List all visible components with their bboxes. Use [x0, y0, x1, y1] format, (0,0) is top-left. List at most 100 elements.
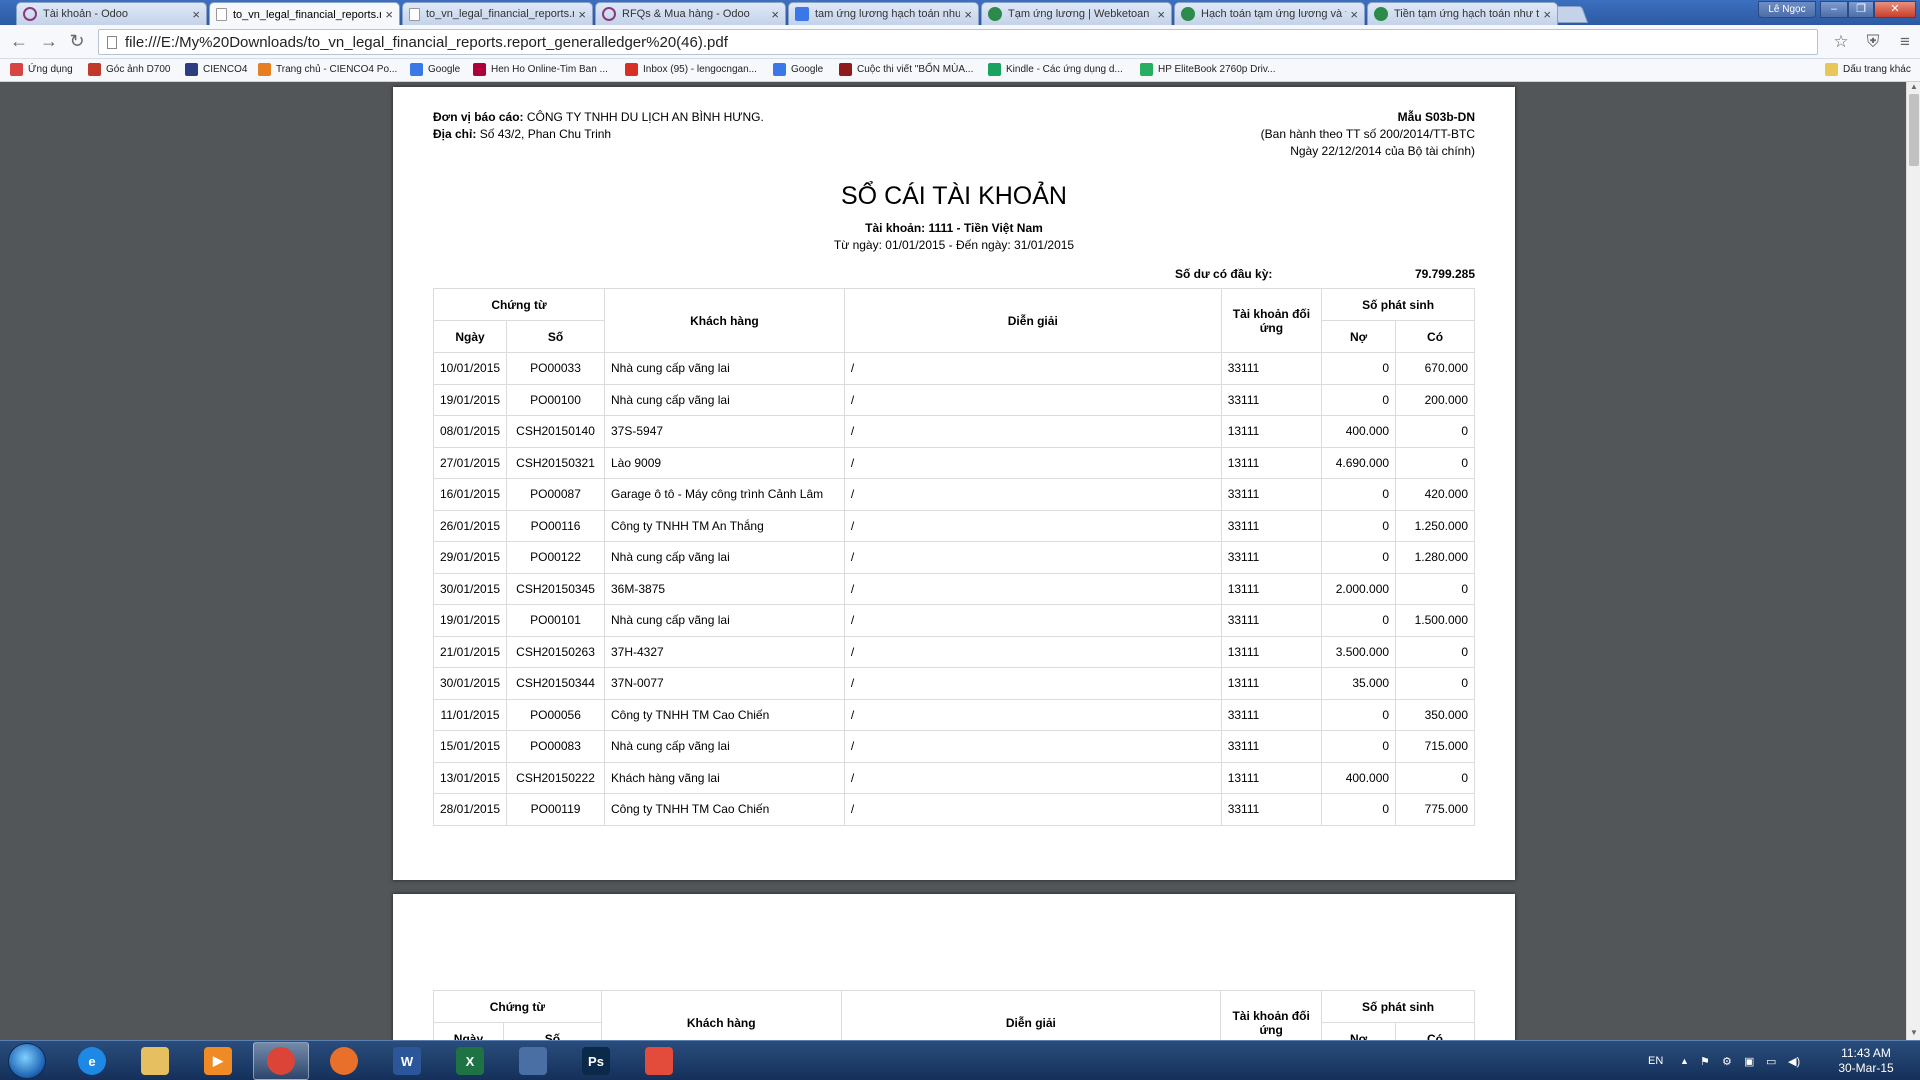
browser-tab[interactable]: Tạm ứng lương | Webketoan - ×: [981, 2, 1172, 25]
scroll-up-icon[interactable]: ▲: [1907, 82, 1920, 94]
cell-no: PO00087: [506, 478, 605, 511]
cell-debit: 0: [1321, 384, 1397, 416]
bookmark-star-icon[interactable]: ☆: [1830, 31, 1852, 53]
bookmark-item[interactable]: Inbox (95) - lengocngan...: [625, 63, 757, 76]
taskbar-app-app-window[interactable]: [505, 1042, 561, 1080]
taskbar-app-apps-grid[interactable]: [631, 1042, 687, 1080]
header-voucher: Chứng từ: [433, 288, 605, 321]
ie-icon: e: [78, 1047, 106, 1075]
browser-tab[interactable]: Hạch toán tạm ứng lương và tr ×: [1174, 2, 1365, 25]
back-icon[interactable]: ←: [8, 31, 30, 53]
forward-icon[interactable]: →: [38, 31, 60, 53]
table-row: 10/01/2015 PO00033 Nhà cung cấp vãng lai/3…: [432, 352, 1475, 385]
browser-tab[interactable]: Tài khoản - Odoo ×: [16, 2, 207, 25]
address-bar[interactable]: [98, 29, 1818, 55]
browser-tab[interactable]: to_vn_legal_financial_reports.re ×: [209, 2, 400, 26]
cell-no: CSH20150222: [506, 762, 605, 794]
tab-close-icon[interactable]: ×: [964, 7, 972, 22]
cell-customer: Nhà cung cấp vãng lai: [604, 541, 845, 574]
cell-date: 15/01/2015: [432, 730, 508, 763]
bookmark-item[interactable]: HP EliteBook 2760p Driv...: [1140, 63, 1275, 76]
tab-close-icon[interactable]: ×: [192, 7, 200, 22]
browser-tab[interactable]: RFQs & Mua hàng - Odoo ×: [595, 2, 786, 25]
taskbar-app-explorer[interactable]: [127, 1042, 183, 1080]
word-icon: W: [393, 1047, 421, 1075]
cell-date: 30/01/2015: [432, 573, 508, 605]
clock[interactable]: 11:43 AM 30-Mar-15: [1826, 1046, 1906, 1076]
taskbar-app-word[interactable]: W: [379, 1042, 435, 1080]
extension-icon[interactable]: ⛨: [1862, 31, 1884, 53]
globe-icon: [988, 7, 1002, 21]
cell-customer: Công ty TNHH TM Cao Chiến: [604, 699, 845, 731]
taskbar-app-media-player[interactable]: ▶: [190, 1042, 246, 1080]
tab-label: tam ứng lương hạch toán như t: [815, 8, 961, 20]
table-row: 30/01/2015 CSH20150345 36M-3875/13111 2.000…: [432, 573, 1475, 605]
taskbar-app-ie[interactable]: e: [64, 1042, 120, 1080]
start-button[interactable]: [8, 1043, 46, 1079]
cell-desc: /: [843, 478, 1222, 511]
cell-date: 21/01/2015: [432, 636, 508, 668]
menu-icon[interactable]: ≡: [1894, 31, 1916, 53]
bookmark-item[interactable]: Trang chủ - CIENCO4 Po...: [258, 63, 397, 76]
table-row: 19/01/2015 PO00100 Nhà cung cấp vãng lai/3…: [432, 384, 1475, 416]
tab-close-icon[interactable]: ×: [1350, 7, 1358, 22]
table-row: 13/01/2015 CSH20150222 Khách hàng vãng lai…: [432, 762, 1475, 794]
bookmark-item[interactable]: Kindle - Các ứng dụng d...: [988, 63, 1123, 76]
bookmark-item[interactable]: Google: [773, 63, 823, 76]
tray-expand-icon[interactable]: ▲: [1680, 1041, 1689, 1080]
browser-tab[interactable]: tam ứng lương hạch toán như t ×: [788, 2, 979, 25]
cell-date: 19/01/2015: [432, 384, 508, 416]
cell-contra: 33111: [1220, 699, 1323, 731]
taskbar-app-chrome[interactable]: [253, 1042, 309, 1080]
taskbar-app-excel[interactable]: X: [442, 1042, 498, 1080]
bookmark-item[interactable]: Góc ảnh D700: [88, 63, 171, 76]
network-icon[interactable]: ⚙: [1722, 1041, 1732, 1080]
cell-no: PO00116: [506, 510, 605, 542]
cell-credit: 1.250.000: [1395, 510, 1475, 542]
tab-close-icon[interactable]: ×: [1543, 7, 1551, 22]
document-icon: [409, 7, 420, 21]
minimize-button[interactable]: –: [1820, 1, 1848, 18]
url-input[interactable]: [125, 33, 1817, 51]
power-icon[interactable]: ▭: [1766, 1041, 1776, 1080]
volume-icon[interactable]: ◀): [1788, 1041, 1800, 1080]
action-center-icon[interactable]: ⚑: [1700, 1041, 1710, 1080]
reload-icon[interactable]: ↻: [66, 31, 88, 53]
browser-tab[interactable]: to_vn_legal_financial_reports.re ×: [402, 2, 593, 25]
browser-tab[interactable]: Tiền tạm ứng hạch toán như th ×: [1367, 2, 1558, 25]
close-window-button[interactable]: ✕: [1874, 1, 1916, 18]
taskbar-app-photoshop[interactable]: Ps: [568, 1042, 624, 1080]
bookmark-item[interactable]: Hen Ho Online-Tim Ban ...: [473, 63, 608, 76]
header-description: Diễn giải: [840, 990, 1222, 1040]
tab-strip: Lê Ngọc – ❐ ✕ Tài khoản - Odoo × to_vn_leg…: [0, 0, 1920, 26]
tab-close-icon[interactable]: ×: [771, 7, 779, 22]
vertical-scrollbar[interactable]: ▲ ▼: [1906, 82, 1920, 1040]
cell-contra: 13111: [1220, 447, 1323, 479]
cell-date: 08/01/2015: [432, 415, 508, 448]
bookmark-icon: [258, 63, 271, 76]
taskbar-app-firefox[interactable]: [316, 1042, 372, 1080]
bookmark-item[interactable]: Ứng dụng: [10, 63, 73, 76]
bookmark-item[interactable]: Cuộc thi viết "BỐN MÙA...: [839, 63, 973, 76]
bookmark-item[interactable]: CIENCO4: [185, 63, 247, 76]
scrollbar-thumb[interactable]: [1909, 94, 1919, 166]
form-date: Ngày 22/12/2014 của Bộ tài chính): [1290, 144, 1475, 158]
cell-no: PO00100: [506, 384, 605, 416]
cell-date: 10/01/2015: [432, 352, 508, 385]
restore-button[interactable]: ❐: [1848, 1, 1874, 18]
tab-close-icon[interactable]: ×: [578, 7, 586, 22]
scroll-down-icon[interactable]: ▼: [1907, 1028, 1920, 1040]
tab-close-icon[interactable]: ×: [385, 7, 393, 22]
profile-button[interactable]: Lê Ngọc: [1758, 1, 1816, 18]
tab-close-icon[interactable]: ×: [1157, 7, 1165, 22]
globe-icon: [1374, 7, 1388, 21]
cell-contra: 13111: [1220, 667, 1323, 700]
language-indicator[interactable]: EN: [1648, 1041, 1663, 1080]
cell-debit: 0: [1321, 510, 1397, 542]
header-customer: Khách hàng: [600, 990, 842, 1040]
cell-desc: /: [843, 510, 1222, 542]
tab-label: Tiền tạm ứng hạch toán như th: [1394, 8, 1540, 20]
bookmark-item[interactable]: Google: [410, 63, 460, 76]
other-bookmarks[interactable]: Dấu trang khác: [1825, 63, 1911, 76]
device-icon[interactable]: ▣: [1744, 1041, 1754, 1080]
